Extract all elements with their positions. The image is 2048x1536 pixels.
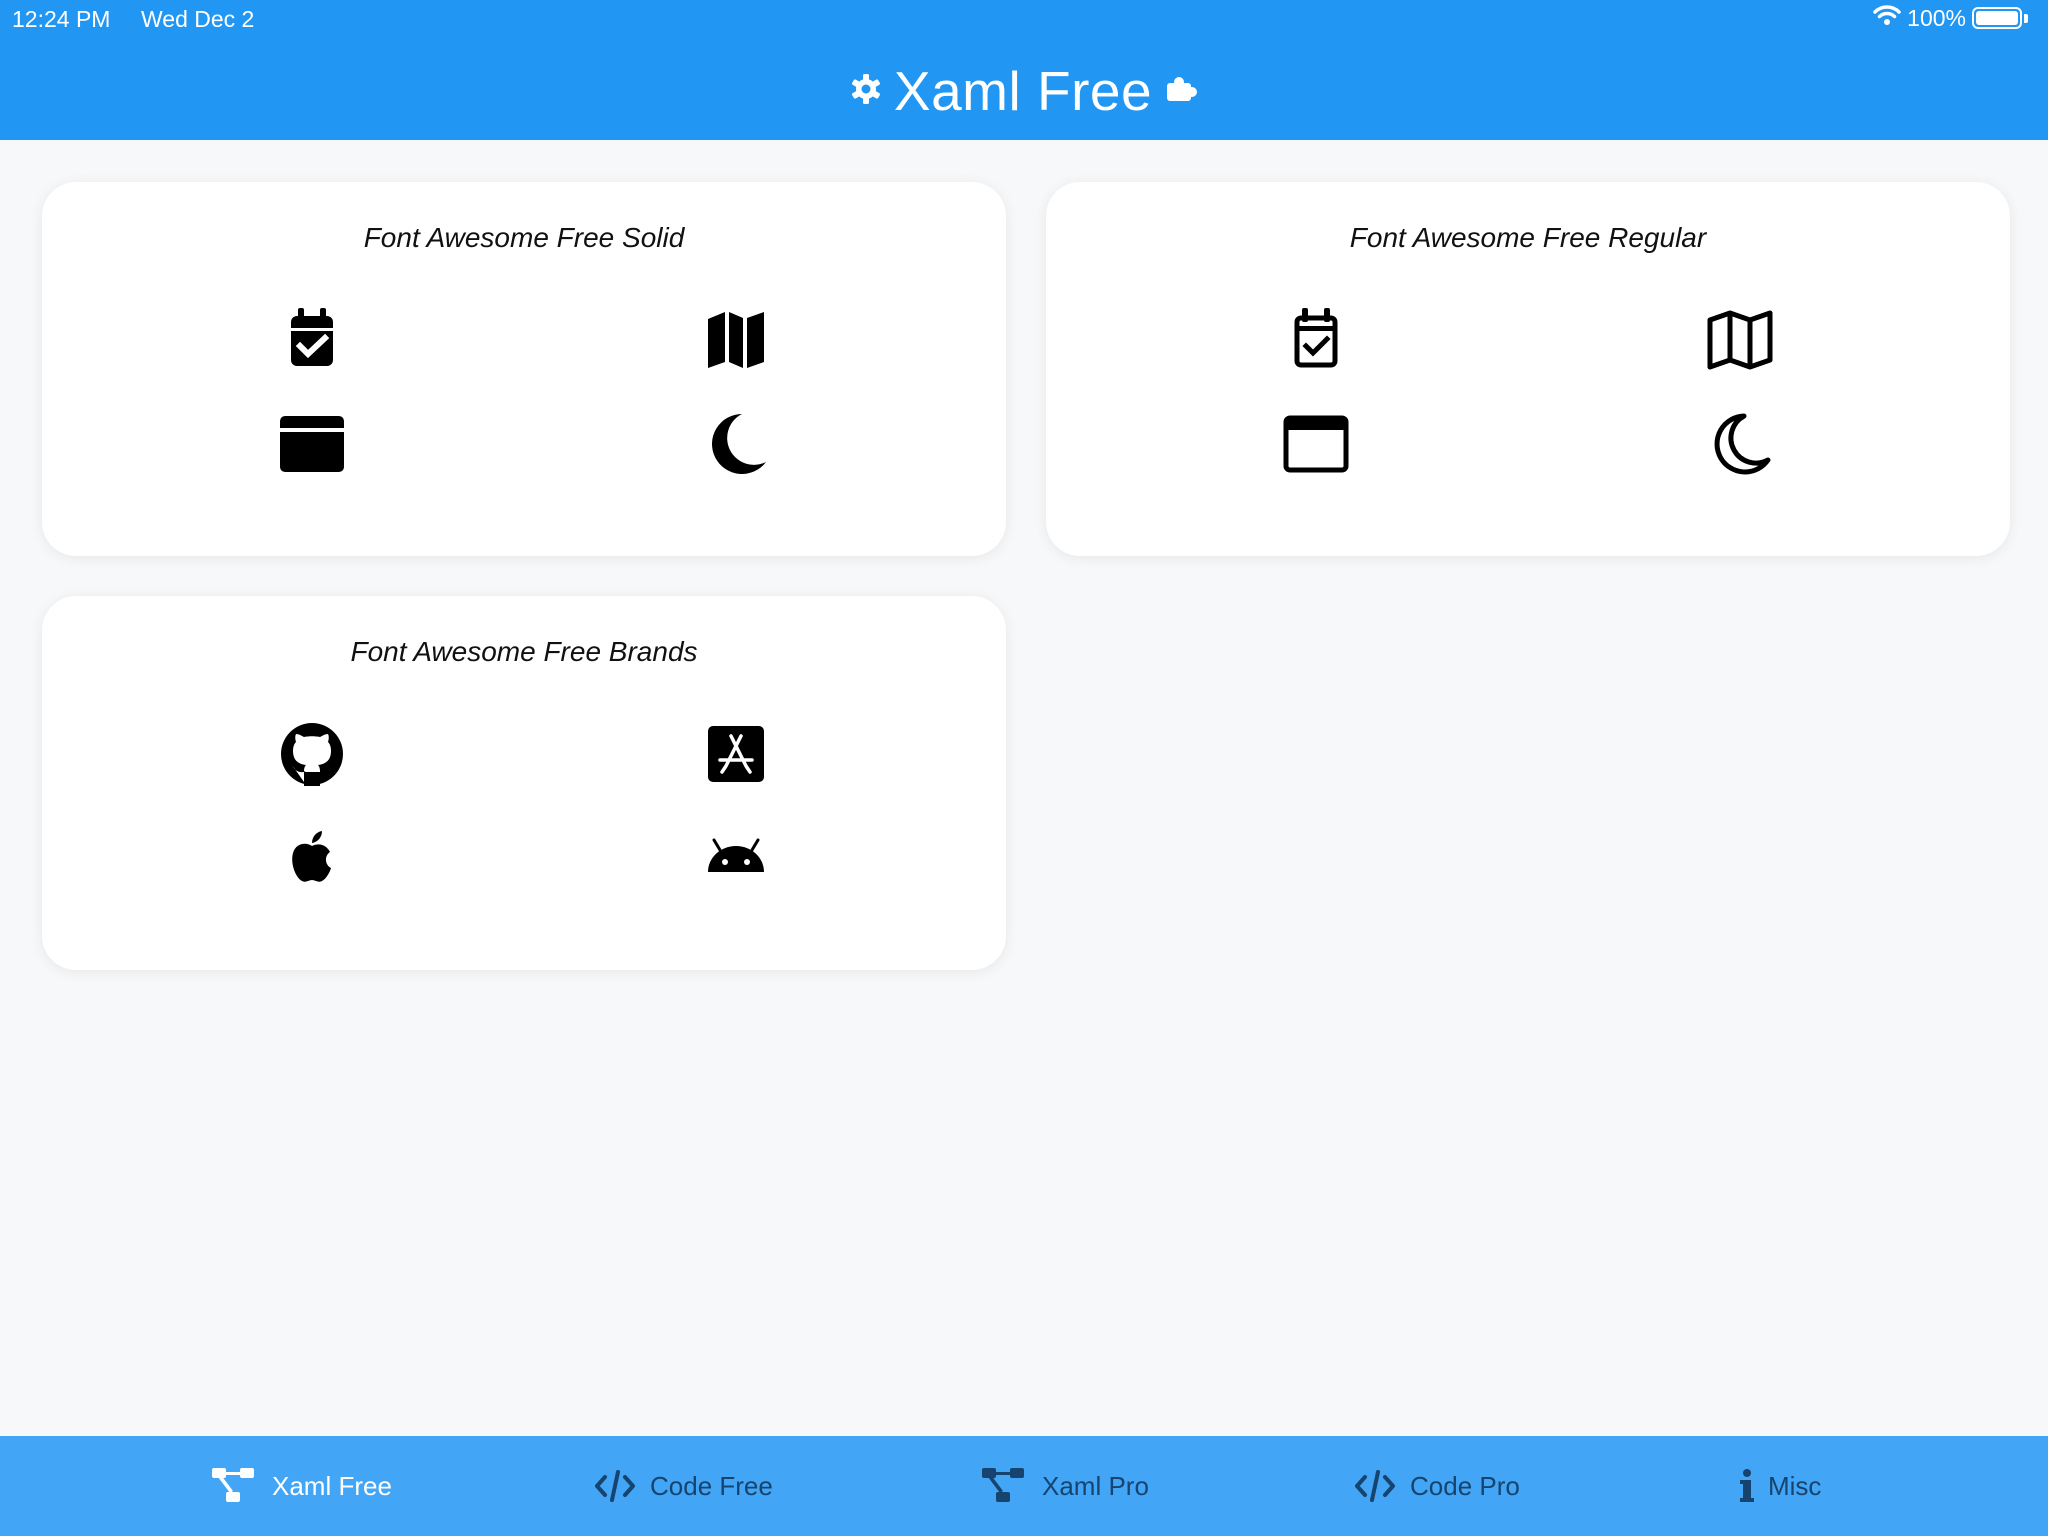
battery-icon: [1972, 7, 2022, 29]
navigation-bar: 12:24 PM Wed Dec 2 100% Xaml Free: [0, 0, 2048, 140]
puzzle-icon: [1164, 73, 1198, 110]
page-title-group: Xaml Free: [0, 56, 2048, 126]
apple-icon: [274, 820, 350, 896]
github-icon: [274, 716, 350, 792]
code-icon: [1354, 1469, 1396, 1503]
solid-icons-card: Font Awesome Free Solid: [42, 182, 1006, 556]
status-time: 12:24 PM: [12, 6, 111, 32]
tab-code-pro[interactable]: Code Pro: [1354, 1436, 1520, 1536]
tab-label: Xaml Free: [272, 1470, 392, 1501]
tab-label: Xaml Pro: [1042, 1470, 1149, 1501]
status-date: Wed Dec 2: [141, 6, 255, 32]
moon-icon: [698, 406, 774, 482]
calendar-check-icon: [274, 302, 350, 378]
wifi-icon: [1873, 4, 1901, 32]
project-diagram-icon: [982, 1468, 1028, 1504]
page-title: Xaml Free: [893, 60, 1153, 122]
card-title: Font Awesome Free Brands: [350, 636, 698, 667]
tab-code-free[interactable]: Code Free: [594, 1436, 773, 1536]
tab-label: Code Pro: [1410, 1470, 1520, 1501]
app-store-icon: [698, 716, 774, 792]
tab-bar: Xaml Free Code Free Xaml Pro Code Pro Mi…: [0, 1436, 2048, 1536]
regular-icons-card: Font Awesome Free Regular: [1046, 182, 2010, 556]
tab-label: Code Free: [650, 1470, 773, 1501]
project-diagram-icon: [212, 1468, 258, 1504]
window-maximize-outline-icon: [1278, 406, 1354, 482]
android-icon: [698, 820, 774, 896]
window-maximize-icon: [274, 406, 350, 482]
code-icon: [594, 1469, 636, 1503]
info-icon: [1740, 1469, 1754, 1503]
brand-icons-card: Font Awesome Free Brands: [42, 596, 1006, 970]
battery-percent: 100%: [1907, 4, 1966, 31]
map-icon: [698, 302, 774, 378]
tab-misc[interactable]: Misc: [1740, 1436, 1821, 1536]
cog-icon: [850, 73, 882, 110]
map-outline-icon: [1702, 302, 1778, 378]
card-title: Font Awesome Free Solid: [363, 222, 685, 253]
tab-xaml-pro[interactable]: Xaml Pro: [982, 1436, 1149, 1536]
moon-outline-icon: [1702, 406, 1778, 482]
tab-xaml-free[interactable]: Xaml Free: [212, 1436, 392, 1536]
card-title: Font Awesome Free Regular: [1349, 222, 1707, 253]
status-indicators: 100%: [1873, 4, 2028, 32]
tab-label: Misc: [1768, 1470, 1822, 1501]
calendar-check-outline-icon: [1278, 302, 1354, 378]
